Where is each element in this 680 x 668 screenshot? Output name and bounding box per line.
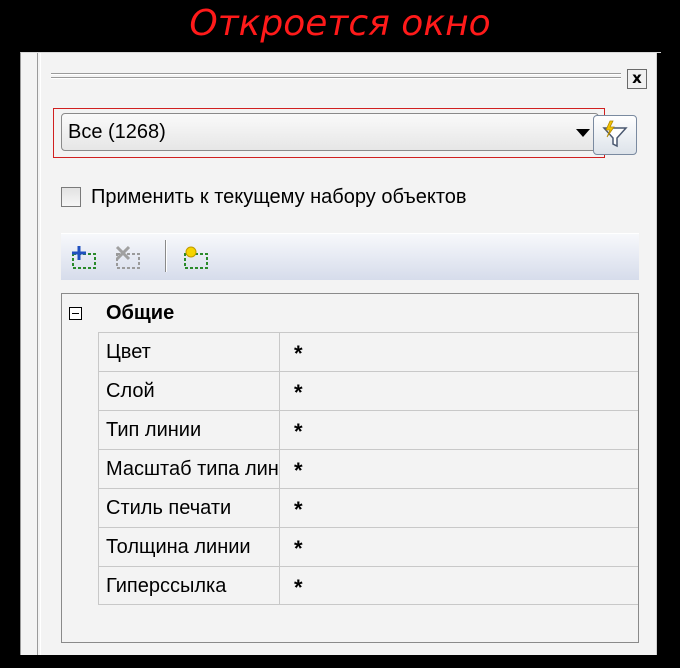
selection-toolbar xyxy=(61,233,639,280)
palette-title-bar-edge[interactable] xyxy=(37,53,41,655)
property-row[interactable]: Цвет * xyxy=(98,332,638,371)
property-row[interactable]: Слой * xyxy=(98,371,638,410)
remove-from-selection-icon[interactable] xyxy=(113,244,147,272)
chevron-down-icon[interactable] xyxy=(576,129,590,137)
grid-bottom-line xyxy=(98,604,638,605)
new-selection-icon[interactable] xyxy=(179,244,213,272)
close-button[interactable]: x xyxy=(627,69,647,89)
add-to-selection-icon[interactable] xyxy=(69,244,103,272)
group-label: Общие xyxy=(106,302,175,324)
property-value[interactable]: * xyxy=(294,450,303,492)
dropdown-selected-value: Все (1268) xyxy=(68,121,166,143)
property-value[interactable]: * xyxy=(294,567,303,609)
property-value[interactable]: * xyxy=(294,489,303,531)
quick-select-button[interactable] xyxy=(593,115,637,155)
property-value[interactable]: * xyxy=(294,372,303,414)
property-row[interactable]: Гиперссылка * xyxy=(98,566,638,605)
properties-grid: Общие Цвет * Слой * Тип линии * Масштаб … xyxy=(61,293,639,643)
property-value[interactable]: * xyxy=(294,333,303,375)
property-name: Масштаб типа линий xyxy=(98,450,280,488)
toolbar-separator xyxy=(165,240,167,272)
group-row-general[interactable]: Общие xyxy=(62,294,638,332)
property-value[interactable]: * xyxy=(294,528,303,570)
checkbox-label: Применить к текущему набору объектов xyxy=(91,186,467,208)
property-row[interactable]: Тип линии * xyxy=(98,410,638,449)
caption-text: Откроется окно xyxy=(189,3,491,44)
palette-drag-grip[interactable] xyxy=(51,73,621,85)
property-name: Слой xyxy=(98,372,280,410)
property-row[interactable]: Стиль печати * xyxy=(98,488,638,527)
property-name: Стиль печати xyxy=(98,489,280,527)
property-row[interactable]: Толщина линии * xyxy=(98,527,638,566)
property-name: Толщина линии xyxy=(98,528,280,566)
property-name: Тип линии xyxy=(98,411,280,449)
collapse-icon[interactable] xyxy=(69,307,82,320)
property-value[interactable]: * xyxy=(294,411,303,453)
property-name: Цвет xyxy=(98,333,280,371)
palette-right-edge xyxy=(657,53,661,655)
object-type-dropdown[interactable]: Все (1268) xyxy=(61,113,599,151)
quick-select-filter-icon xyxy=(602,120,628,148)
property-name: Гиперссылка xyxy=(98,567,280,605)
properties-palette: x Все (1268) Применить к текущему набору… xyxy=(20,52,661,655)
apply-to-current-set-checkbox[interactable] xyxy=(61,187,81,207)
property-row[interactable]: Масштаб типа линий * xyxy=(98,449,638,488)
